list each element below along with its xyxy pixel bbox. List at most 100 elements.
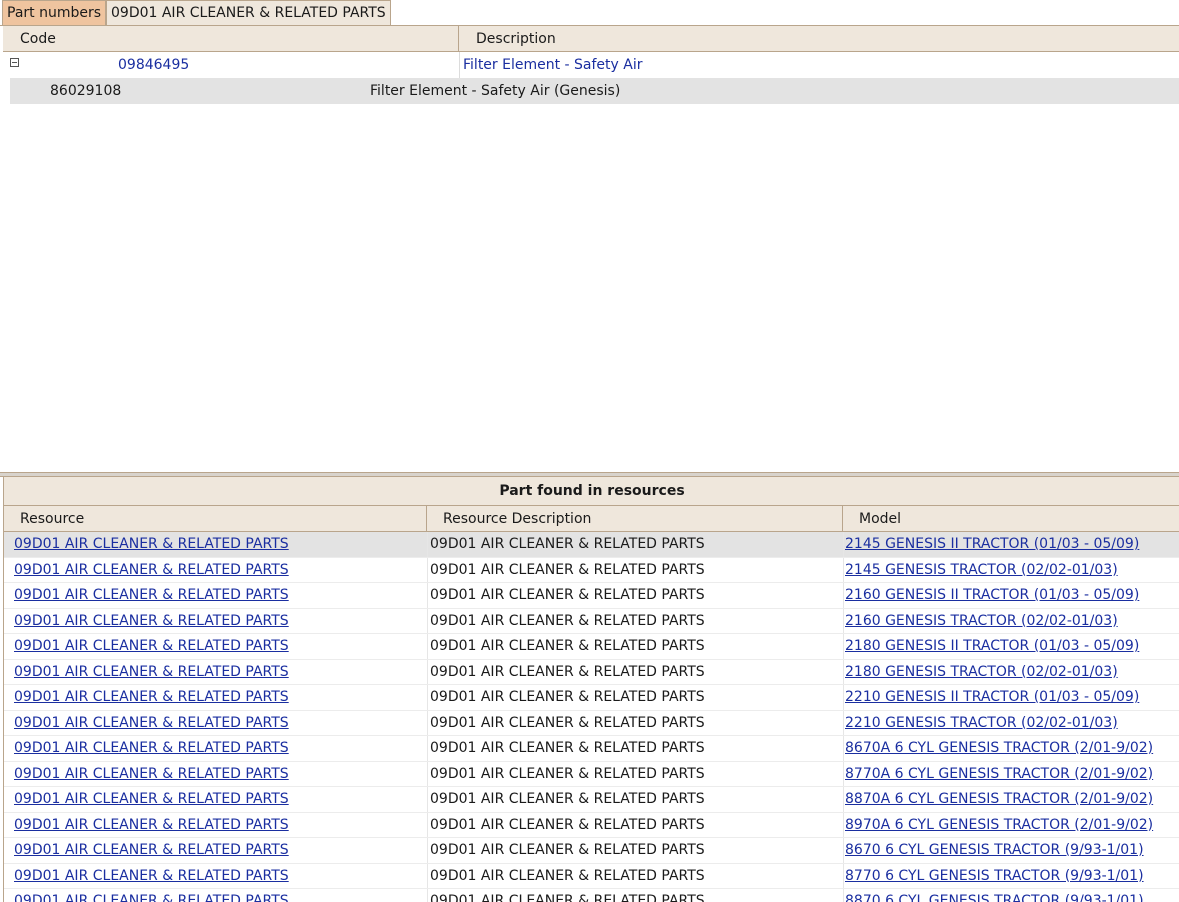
model-link[interactable]: 2210 GENESIS TRACTOR (02/02-01/03)	[845, 711, 1118, 736]
table-row[interactable]: 09D01 AIR CLEANER & RELATED PARTS 09D01 A…	[4, 812, 1179, 838]
resource-link[interactable]: 09D01 AIR CLEANER & RELATED PARTS	[14, 787, 289, 812]
resource-link[interactable]: 09D01 AIR CLEANER & RELATED PARTS	[14, 838, 289, 863]
table-row[interactable]: 09D01 AIR CLEANER & RELATED PARTS 09D01 A…	[4, 634, 1179, 660]
resource-link[interactable]: 09D01 AIR CLEANER & RELATED PARTS	[14, 685, 289, 710]
table-row[interactable]: 09D01 AIR CLEANER & RELATED PARTS 09D01 A…	[4, 557, 1179, 583]
collapse-icon[interactable]	[10, 58, 19, 67]
column-divider	[427, 787, 428, 812]
child-part-row[interactable]: 86029108 Filter Element - Safety Air (Ge…	[10, 78, 1179, 104]
resource-link[interactable]: 09D01 AIR CLEANER & RELATED PARTS	[14, 634, 289, 659]
column-divider	[843, 736, 844, 761]
column-divider	[843, 685, 844, 710]
resource-description: 09D01 AIR CLEANER & RELATED PARTS	[430, 587, 705, 603]
table-row[interactable]: 09D01 AIR CLEANER & RELATED PARTS 09D01 A…	[4, 583, 1179, 609]
column-divider	[427, 634, 428, 659]
tab-part-numbers[interactable]: Part numbers	[2, 0, 107, 25]
column-divider	[427, 889, 428, 902]
resource-description: 09D01 AIR CLEANER & RELATED PARTS	[430, 638, 705, 654]
column-header-resource-description[interactable]: Resource Description	[427, 506, 843, 532]
column-header-description[interactable]: Description	[459, 26, 1179, 52]
column-divider	[843, 583, 844, 608]
resource-description: 09D01 AIR CLEANER & RELATED PARTS	[430, 867, 705, 884]
column-divider	[843, 863, 844, 888]
column-divider	[427, 608, 428, 633]
table-row[interactable]: 09D01 AIR CLEANER & RELATED PARTS 09D01 A…	[4, 889, 1179, 902]
resource-description: 09D01 AIR CLEANER & RELATED PARTS	[430, 663, 705, 680]
table-row[interactable]: 09D01 AIR CLEANER & RELATED PARTS 09D01 A…	[4, 787, 1179, 813]
column-divider	[843, 838, 844, 863]
tab-air-cleaner[interactable]: 09D01 AIR CLEANER & RELATED PARTS	[106, 0, 391, 25]
model-link[interactable]: 2210 GENESIS II TRACTOR (01/03 - 05/09)	[845, 685, 1139, 710]
column-divider	[427, 710, 428, 735]
table-row[interactable]: 09D01 AIR CLEANER & RELATED PARTS 09D01 A…	[4, 532, 1179, 558]
column-header-code[interactable]: Code	[3, 26, 459, 52]
column-divider	[459, 52, 460, 78]
resource-description: 09D01 AIR CLEANER & RELATED PARTS	[430, 893, 705, 902]
column-divider	[427, 583, 428, 608]
resource-link[interactable]: 09D01 AIR CLEANER & RELATED PARTS	[14, 762, 289, 787]
table-row[interactable]: 09D01 AIR CLEANER & RELATED PARTS 09D01 A…	[4, 710, 1179, 736]
parent-part-code[interactable]: 09846495	[118, 52, 189, 78]
resource-link[interactable]: 09D01 AIR CLEANER & RELATED PARTS	[14, 558, 289, 583]
resource-link[interactable]: 09D01 AIR CLEANER & RELATED PARTS	[14, 813, 289, 838]
table-row[interactable]: 09D01 AIR CLEANER & RELATED PARTS 09D01 A…	[4, 659, 1179, 685]
column-divider	[427, 761, 428, 786]
resource-link[interactable]: 09D01 AIR CLEANER & RELATED PARTS	[14, 864, 289, 889]
model-link[interactable]: 8670A 6 CYL GENESIS TRACTOR (2/01-9/02)	[845, 736, 1153, 761]
model-link[interactable]: 2145 GENESIS TRACTOR (02/02-01/03)	[845, 558, 1118, 583]
resource-description: 09D01 AIR CLEANER & RELATED PARTS	[430, 842, 705, 858]
parent-part-row[interactable]: 09846495 Filter Element - Safety Air	[3, 52, 1179, 78]
column-header-resource[interactable]: Resource	[4, 506, 427, 532]
model-link[interactable]: 8770 6 CYL GENESIS TRACTOR (9/93-1/01)	[845, 864, 1144, 889]
column-divider	[427, 685, 428, 710]
column-header-model[interactable]: Model	[843, 506, 1179, 532]
model-link[interactable]: 2160 GENESIS II TRACTOR (01/03 - 05/09)	[845, 583, 1139, 608]
column-divider	[843, 710, 844, 735]
resource-description: 09D01 AIR CLEANER & RELATED PARTS	[430, 740, 705, 756]
tab-bar: Part numbers 09D01 AIR CLEANER & RELATED…	[0, 0, 1179, 26]
model-link[interactable]: 8770A 6 CYL GENESIS TRACTOR (2/01-9/02)	[845, 762, 1153, 787]
resource-description: 09D01 AIR CLEANER & RELATED PARTS	[430, 816, 705, 833]
column-divider	[843, 812, 844, 837]
model-link[interactable]: 2180 GENESIS II TRACTOR (01/03 - 05/09)	[845, 634, 1139, 659]
resource-link[interactable]: 09D01 AIR CLEANER & RELATED PARTS	[14, 711, 289, 736]
column-divider	[427, 532, 428, 557]
column-divider	[427, 863, 428, 888]
resource-description: 09D01 AIR CLEANER & RELATED PARTS	[430, 536, 705, 552]
model-link[interactable]: 8870A 6 CYL GENESIS TRACTOR (2/01-9/02)	[845, 787, 1153, 812]
table-row[interactable]: 09D01 AIR CLEANER & RELATED PARTS 09D01 A…	[4, 685, 1179, 711]
column-divider	[843, 608, 844, 633]
resource-link[interactable]: 09D01 AIR CLEANER & RELATED PARTS	[14, 532, 289, 557]
resource-link[interactable]: 09D01 AIR CLEANER & RELATED PARTS	[14, 736, 289, 761]
model-link[interactable]: 8670 6 CYL GENESIS TRACTOR (9/93-1/01)	[845, 838, 1144, 863]
column-divider	[843, 761, 844, 786]
model-link[interactable]: 8870 6 CYL GENESIS TRACTOR (9/93-1/01)	[845, 889, 1144, 902]
model-link[interactable]: 2145 GENESIS II TRACTOR (01/03 - 05/09)	[845, 532, 1139, 557]
column-divider	[843, 889, 844, 902]
column-divider	[843, 557, 844, 582]
model-link[interactable]: 2160 GENESIS TRACTOR (02/02-01/03)	[845, 609, 1118, 634]
resources-grid: Part found in resources Resource Resourc…	[3, 477, 1179, 902]
resource-description: 09D01 AIR CLEANER & RELATED PARTS	[430, 612, 705, 629]
table-row[interactable]: 09D01 AIR CLEANER & RELATED PARTS 09D01 A…	[4, 608, 1179, 634]
model-link[interactable]: 2180 GENESIS TRACTOR (02/02-01/03)	[845, 660, 1118, 685]
table-row[interactable]: 09D01 AIR CLEANER & RELATED PARTS 09D01 A…	[4, 863, 1179, 889]
table-row[interactable]: 09D01 AIR CLEANER & RELATED PARTS 09D01 A…	[4, 736, 1179, 762]
resource-description: 09D01 AIR CLEANER & RELATED PARTS	[430, 765, 705, 782]
model-link[interactable]: 8970A 6 CYL GENESIS TRACTOR (2/01-9/02)	[845, 813, 1153, 838]
resource-link[interactable]: 09D01 AIR CLEANER & RELATED PARTS	[14, 889, 289, 902]
resource-description: 09D01 AIR CLEANER & RELATED PARTS	[430, 561, 705, 578]
resource-link[interactable]: 09D01 AIR CLEANER & RELATED PARTS	[14, 609, 289, 634]
child-part-description: Filter Element - Safety Air (Genesis)	[370, 83, 621, 99]
resource-description: 09D01 AIR CLEANER & RELATED PARTS	[430, 714, 705, 731]
resource-link[interactable]: 09D01 AIR CLEANER & RELATED PARTS	[14, 583, 289, 608]
table-row[interactable]: 09D01 AIR CLEANER & RELATED PARTS 09D01 A…	[4, 761, 1179, 787]
column-divider	[843, 659, 844, 684]
column-divider	[843, 787, 844, 812]
parent-part-description[interactable]: Filter Element - Safety Air	[463, 52, 643, 78]
table-row[interactable]: 09D01 AIR CLEANER & RELATED PARTS 09D01 A…	[4, 838, 1179, 864]
resource-link[interactable]: 09D01 AIR CLEANER & RELATED PARTS	[14, 660, 289, 685]
column-divider	[843, 634, 844, 659]
column-divider	[427, 812, 428, 837]
child-part-code: 86029108	[50, 83, 122, 99]
